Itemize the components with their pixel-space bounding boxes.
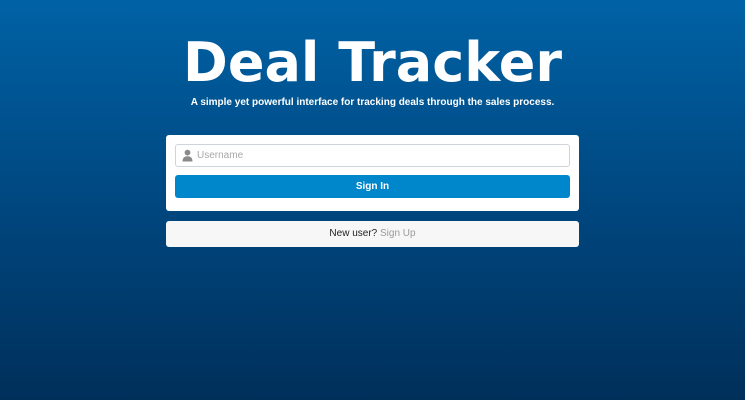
username-input[interactable] — [197, 145, 565, 166]
signup-prompt: New user? — [329, 228, 378, 239]
username-field[interactable] — [175, 144, 570, 167]
sign-in-button[interactable]: Sign In — [175, 175, 570, 198]
signup-panel: New user? Sign Up — [166, 221, 579, 247]
user-icon — [182, 149, 193, 162]
app-subtitle: A simple yet powerful interface for trac… — [190, 97, 555, 108]
app-title: Deal Tracker — [183, 31, 562, 94]
sign-up-link[interactable]: Sign Up — [380, 228, 416, 239]
page-header: Deal Tracker A simple yet powerful inter… — [0, 30, 745, 110]
login-card: Sign In — [166, 135, 579, 211]
